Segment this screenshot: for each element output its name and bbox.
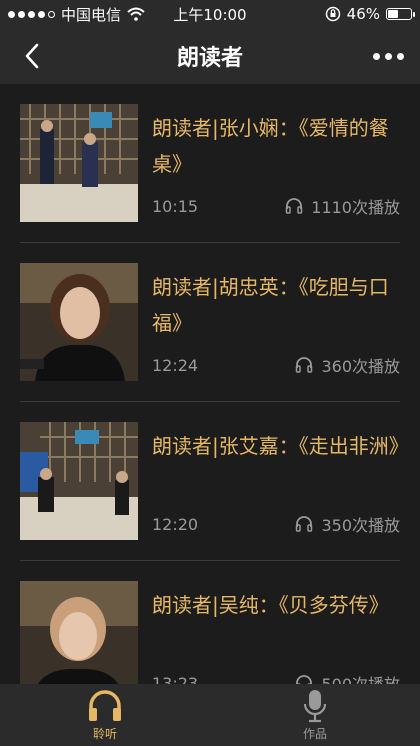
- play-count: 360次播放: [321, 357, 400, 376]
- episode-duration: 10:15: [152, 196, 199, 216]
- list-item[interactable]: 朗读者|张小娴：《爱情的餐桌》 10:15 1110次播放: [20, 84, 400, 243]
- headphones-icon: [296, 516, 313, 532]
- episode-duration: 12:24: [152, 355, 199, 375]
- more-button[interactable]: [368, 36, 408, 76]
- episode-list: 朗读者|张小娴：《爱情的餐桌》 10:15 1110次播放 朗读者|胡忠英：《吃…: [0, 84, 420, 720]
- tab-works[interactable]: 作品: [210, 684, 420, 746]
- episode-thumbnail: [20, 104, 138, 222]
- episode-thumbnail: [20, 263, 138, 381]
- carrier-label: 中国电信: [61, 5, 122, 24]
- battery-icon: [386, 8, 415, 20]
- list-item[interactable]: 朗读者|张艾嘉：《走出非洲》 12:20 350次播放: [20, 402, 400, 561]
- back-button[interactable]: [12, 36, 52, 76]
- play-count: 350次播放: [321, 516, 400, 535]
- battery-percent: 46%: [346, 5, 380, 23]
- wifi-icon: [127, 7, 145, 21]
- list-item[interactable]: 朗读者|胡忠英：《吃胆与口福》 12:24 360次播放: [20, 243, 400, 402]
- more-dots-icon: [372, 52, 404, 60]
- episode-title: 朗读者|胡忠英：《吃胆与口福》: [152, 275, 389, 335]
- tab-listen[interactable]: 聆听: [0, 684, 210, 746]
- tab-label: 作品: [302, 726, 327, 741]
- headphones-icon: [89, 689, 121, 721]
- episode-title: 朗读者|吴纯：《贝多芬传》: [152, 593, 389, 617]
- tab-bar: 聆听 作品: [0, 684, 420, 746]
- signal-strength-icon: [8, 10, 55, 18]
- page-title: 朗读者: [176, 46, 243, 71]
- headphones-icon: [286, 198, 303, 214]
- chevron-left-icon: [25, 43, 39, 69]
- microphone-icon: [303, 689, 327, 722]
- episode-title: 朗读者|张小娴：《爱情的餐桌》: [152, 116, 389, 176]
- nav-bar: 朗读者: [0, 28, 420, 84]
- play-count: 1110次播放: [311, 198, 400, 217]
- tab-label: 聆听: [92, 726, 117, 741]
- episode-title: 朗读者|张艾嘉：《走出非洲》: [152, 434, 400, 458]
- episode-thumbnail: [20, 581, 138, 699]
- episode-duration: 12:20: [152, 514, 199, 534]
- status-bar: 中国电信 上午10:00 46%: [0, 0, 420, 28]
- rotation-lock-icon: [325, 6, 340, 22]
- episode-thumbnail: [20, 422, 138, 540]
- headphones-icon: [296, 357, 313, 373]
